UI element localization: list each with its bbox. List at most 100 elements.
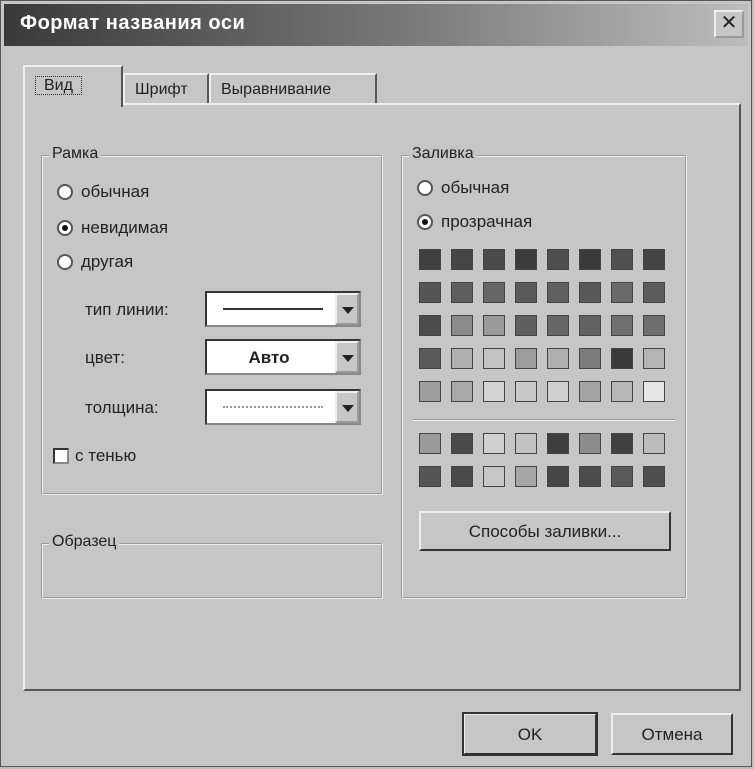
color-swatch[interactable] xyxy=(419,249,441,270)
color-swatch[interactable] xyxy=(547,348,569,369)
thickness-select[interactable] xyxy=(205,389,361,425)
color-row: цвет: xyxy=(85,339,205,377)
color-palette-main xyxy=(419,249,667,402)
color-swatch[interactable] xyxy=(611,348,633,369)
color-select[interactable]: Авто xyxy=(205,339,361,375)
color-swatch[interactable] xyxy=(547,466,569,487)
fill-option-normal[interactable]: обычная xyxy=(417,175,509,201)
radio-button[interactable] xyxy=(417,180,433,196)
color-swatch[interactable] xyxy=(451,381,473,402)
color-swatch[interactable] xyxy=(547,282,569,303)
fill-effects-button-label: Способы заливки... xyxy=(468,522,622,541)
color-swatch[interactable] xyxy=(579,282,601,303)
color-swatch[interactable] xyxy=(483,466,505,487)
line-style-preview xyxy=(223,308,323,310)
frame-option-custom[interactable]: другая xyxy=(57,249,133,275)
color-swatch[interactable] xyxy=(547,381,569,402)
color-swatch[interactable] xyxy=(419,466,441,487)
color-swatch[interactable] xyxy=(579,381,601,402)
fill-option-transparent[interactable]: прозрачная xyxy=(417,209,532,235)
color-swatch[interactable] xyxy=(483,348,505,369)
color-swatch[interactable] xyxy=(451,433,473,454)
color-swatch[interactable] xyxy=(579,315,601,336)
color-swatch[interactable] xyxy=(579,466,601,487)
color-swatch[interactable] xyxy=(611,466,633,487)
color-swatch[interactable] xyxy=(643,433,665,454)
color-swatch[interactable] xyxy=(483,282,505,303)
dialog-title: Формат названия оси xyxy=(20,12,246,34)
color-swatch[interactable] xyxy=(419,282,441,303)
color-swatch[interactable] xyxy=(579,433,601,454)
color-swatch[interactable] xyxy=(579,348,601,369)
fill-effects-button[interactable]: Способы заливки... xyxy=(419,511,671,551)
color-swatch[interactable] xyxy=(643,348,665,369)
tab-view-label: Вид xyxy=(35,76,82,95)
color-swatch[interactable] xyxy=(451,348,473,369)
color-swatch[interactable] xyxy=(611,433,633,454)
frame-option-invisible[interactable]: невидимая xyxy=(57,215,168,241)
chevron-down-icon[interactable] xyxy=(335,293,359,325)
line-type-row: тип линии: xyxy=(85,291,205,329)
radio-button[interactable] xyxy=(57,254,73,270)
close-button[interactable]: ✕ xyxy=(714,10,744,38)
radio-button[interactable] xyxy=(57,184,73,200)
color-swatch[interactable] xyxy=(483,381,505,402)
color-swatch[interactable] xyxy=(515,348,537,369)
color-swatch[interactable] xyxy=(515,381,537,402)
color-swatch[interactable] xyxy=(611,381,633,402)
color-swatch[interactable] xyxy=(547,315,569,336)
fill-option-normal-label: обычная xyxy=(441,178,510,197)
tab-alignment-label: Выравнивание xyxy=(221,81,332,98)
frame-option-normal[interactable]: обычная xyxy=(57,179,149,205)
cancel-button[interactable]: Отмена xyxy=(611,713,733,755)
chevron-down-icon[interactable] xyxy=(335,341,359,373)
color-swatch[interactable] xyxy=(451,282,473,303)
radio-button-selected[interactable] xyxy=(417,214,433,230)
shadow-option[interactable]: с тенью xyxy=(53,443,136,469)
color-swatch[interactable] xyxy=(547,249,569,270)
color-swatch[interactable] xyxy=(611,282,633,303)
color-swatch[interactable] xyxy=(483,433,505,454)
ok-button-label: OK xyxy=(517,725,543,744)
color-swatch[interactable] xyxy=(451,466,473,487)
ok-button[interactable]: OK xyxy=(462,712,598,756)
radio-button-selected[interactable] xyxy=(57,220,73,236)
close-icon: ✕ xyxy=(720,12,738,34)
color-swatch[interactable] xyxy=(643,282,665,303)
chevron-down-icon[interactable] xyxy=(335,391,359,423)
thickness-row: толщина: xyxy=(85,389,205,427)
color-swatch[interactable] xyxy=(515,249,537,270)
color-swatch[interactable] xyxy=(611,249,633,270)
color-swatch[interactable] xyxy=(515,433,537,454)
shadow-label: с тенью xyxy=(75,446,137,465)
color-swatch[interactable] xyxy=(419,433,441,454)
color-swatch[interactable] xyxy=(643,381,665,402)
color-swatch[interactable] xyxy=(611,315,633,336)
color-swatch[interactable] xyxy=(643,466,665,487)
color-swatch[interactable] xyxy=(579,249,601,270)
color-swatch[interactable] xyxy=(515,466,537,487)
line-type-select[interactable] xyxy=(205,291,361,327)
color-swatch[interactable] xyxy=(547,433,569,454)
line-type-label: тип линии: xyxy=(85,300,169,319)
tab-view[interactable]: Вид xyxy=(23,65,123,107)
color-swatch[interactable] xyxy=(515,315,537,336)
tab-font[interactable]: Шрифт xyxy=(123,73,209,105)
color-swatch[interactable] xyxy=(419,381,441,402)
color-swatch[interactable] xyxy=(643,315,665,336)
color-swatch[interactable] xyxy=(643,249,665,270)
shadow-checkbox[interactable] xyxy=(53,448,69,464)
color-swatch[interactable] xyxy=(419,315,441,336)
color-swatch[interactable] xyxy=(515,282,537,303)
sample-group: Образец xyxy=(41,533,383,599)
color-swatch[interactable] xyxy=(451,249,473,270)
color-swatch[interactable] xyxy=(483,249,505,270)
sample-group-legend: Образец xyxy=(49,533,120,551)
color-swatch[interactable] xyxy=(451,315,473,336)
color-swatch[interactable] xyxy=(483,315,505,336)
title-bar[interactable]: Формат названия оси ✕ xyxy=(4,4,748,46)
color-swatch[interactable] xyxy=(419,348,441,369)
fill-group: Заливка обычная прозрачная Способы залив… xyxy=(401,145,687,599)
tab-alignment[interactable]: Выравнивание xyxy=(209,73,377,105)
tab-panel-view: Рамка обычная невидимая другая тип линии… xyxy=(23,103,741,691)
